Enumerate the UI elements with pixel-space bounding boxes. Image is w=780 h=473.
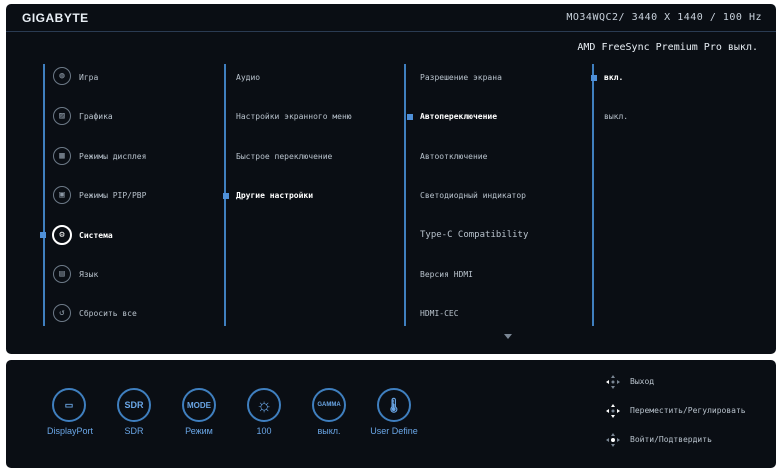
- gear-icon: ⚙: [52, 225, 72, 245]
- sdr-icon: SDR: [117, 388, 151, 422]
- nav-exit-label: Выход: [630, 377, 655, 386]
- menu-item-hdmi-cec[interactable]: HDMI-CEC: [420, 309, 459, 318]
- menu-item-reset-all[interactable]: Сбросить все: [79, 309, 137, 318]
- menu-item-quick-switch[interactable]: Быстрое переключение: [236, 152, 332, 161]
- nav-enter-label: Войти/Подтвердить: [630, 435, 712, 444]
- menu-item-osd-settings[interactable]: Настройки экранного меню: [236, 112, 352, 121]
- model-resolution-info: MO34WQC2/ 3440 X 1440 / 100 Hz: [566, 12, 762, 23]
- gigabyte-logo: GIGABYTE: [22, 11, 89, 25]
- menu-item-pip-pbp[interactable]: Режимы PIP/PBP: [79, 191, 146, 200]
- freesync-status: AMD FreeSync Premium Pro выкл.: [577, 42, 758, 53]
- menu-item-resolution[interactable]: Разрешение экрана: [420, 73, 502, 82]
- menu-item-system[interactable]: Система: [79, 231, 113, 240]
- quick-brightness[interactable]: ☼: [243, 388, 283, 428]
- menu-item-game[interactable]: Игра: [79, 73, 98, 82]
- osd-header: GIGABYTE MO34WQC2/ 3440 X 1440 / 100 Hz: [6, 4, 776, 32]
- quick-sdr[interactable]: SDR: [113, 388, 153, 428]
- menu-item-hdmi-version[interactable]: Версия HDMI: [420, 270, 473, 279]
- quick-access-panel: ▭ DisplayPort SDR SDR MODE Режим ☼ 100 G…: [6, 360, 776, 468]
- quick-mode[interactable]: MODE: [178, 388, 218, 428]
- pip-icon: ▣: [53, 186, 71, 204]
- osd-main-panel: GIGABYTE MO34WQC2/ 3440 X 1440 / 100 Hz …: [6, 4, 776, 354]
- column-divider-3: [404, 64, 406, 326]
- menu-item-language[interactable]: Язык: [79, 270, 98, 279]
- joystick-press-icon: [606, 433, 620, 447]
- joystick-move-icon: [606, 404, 620, 418]
- selection-marker: [407, 114, 413, 120]
- menu-item-graphics[interactable]: Графика: [79, 112, 113, 121]
- menu-item-auto-switch[interactable]: Автопереключение: [420, 112, 497, 121]
- column-divider-4: [592, 64, 594, 326]
- nav-move-label: Переместить/Регулировать: [630, 406, 746, 415]
- reset-icon: ↺: [53, 304, 71, 322]
- menu-item-audio[interactable]: Аудио: [236, 73, 260, 82]
- quick-input-source[interactable]: ▭: [48, 388, 88, 428]
- quick-color-temp-label: User Define: [370, 426, 418, 436]
- selection-marker: [591, 75, 597, 81]
- mode-icon: MODE: [182, 388, 216, 422]
- option-on[interactable]: вкл.: [604, 73, 623, 82]
- menu-item-typec-compat[interactable]: Type-C Compatibility: [420, 230, 528, 240]
- scroll-down-icon: [504, 334, 512, 339]
- gamma-icon: GAMMA: [312, 388, 346, 422]
- brightness-icon: ☼: [247, 388, 281, 422]
- gamepad-icon: ◍: [53, 67, 71, 85]
- quick-color-temp[interactable]: 🌡: [373, 388, 413, 428]
- selection-marker: [223, 193, 229, 199]
- quick-gamma[interactable]: GAMMA: [308, 388, 348, 428]
- selection-marker: [40, 232, 46, 238]
- option-off[interactable]: выкл.: [604, 112, 628, 121]
- display-modes-icon: ▦: [53, 147, 71, 165]
- floppy-icon: ▤: [53, 265, 71, 283]
- menu-item-led-indicator[interactable]: Светодиодный индикатор: [420, 191, 526, 200]
- menu-item-auto-off[interactable]: Автоотключение: [420, 152, 487, 161]
- thermometer-icon: 🌡: [377, 388, 411, 422]
- joystick-left-icon: [606, 375, 620, 389]
- column-divider-1: [43, 64, 45, 326]
- menu-item-display-modes[interactable]: Режимы дисплея: [79, 152, 146, 161]
- picture-icon: ▨: [53, 107, 71, 125]
- menu-item-other-settings[interactable]: Другие настройки: [236, 191, 313, 200]
- displayport-icon: ▭: [52, 388, 86, 422]
